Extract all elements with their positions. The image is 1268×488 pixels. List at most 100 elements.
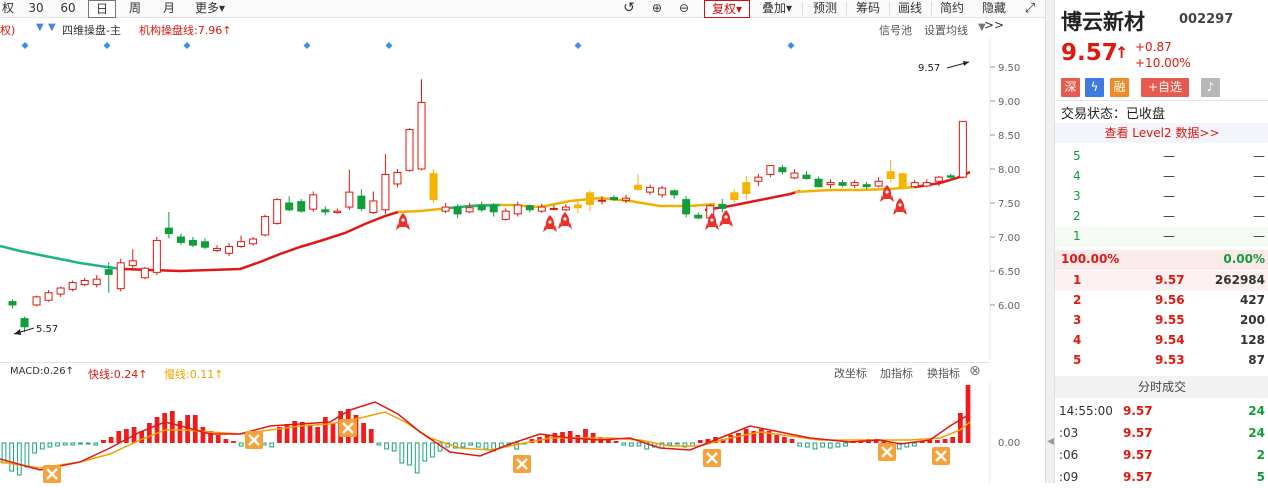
margin-tag[interactable]: 融: [1110, 78, 1129, 97]
price-tick-label: 7.00: [998, 233, 1020, 244]
period-month-button[interactable]: 月: [156, 0, 182, 18]
draw-line-button[interactable]: 画线: [893, 0, 927, 18]
series-b-label: 机构操盘线:7.96↑: [139, 24, 232, 37]
caret-down-icon: ▾: [218, 1, 226, 15]
add-watchlist-button[interactable]: +自选: [1141, 78, 1189, 97]
trade-row[interactable]: :06 9.57 2: [1055, 446, 1268, 466]
candle-body: [694, 214, 703, 219]
candle: [778, 164, 787, 175]
candle: [56, 286, 65, 297]
candle-body: [549, 207, 558, 210]
candle-body: [501, 210, 510, 220]
candle-body: [766, 165, 775, 175]
hide-panel-button[interactable]: 隐藏>>: [972, 0, 1016, 32]
sell-price: —: [1163, 209, 1175, 223]
macd-bar-up: [774, 435, 780, 443]
macd-bar-up: [935, 440, 940, 443]
macd-bar-down: [430, 442, 435, 458]
candle: [465, 203, 474, 214]
candle: [273, 198, 282, 225]
undo-icon[interactable]: ↺: [619, 0, 639, 18]
change-coord-link[interactable]: 改坐标: [834, 365, 867, 381]
trade-price: 9.57: [1123, 404, 1153, 418]
diamond-icon: [787, 42, 795, 49]
buy-price: 9.56: [1155, 293, 1185, 307]
close-icon[interactable]: ⊗: [969, 363, 981, 379]
macd-chart[interactable]: 0.00: [0, 382, 1045, 483]
zoom-out-icon[interactable]: ⊖: [674, 0, 694, 18]
period-30min-button[interactable]: 30: [25, 0, 47, 18]
rocket-icon: [558, 212, 572, 229]
candle: [200, 238, 209, 250]
caret-down-icon[interactable]: ▼: [36, 22, 44, 33]
signal-pool-link[interactable]: 信号池: [879, 22, 912, 38]
buy-level-row[interactable]: 4 9.54 128: [1055, 331, 1268, 351]
macd-indicator-bar: MACD:0.26↑ 快线:0.24↑ 慢线:0.11↑ 改坐标 加指标 换指标…: [0, 363, 1000, 382]
market-sz-tag[interactable]: 深: [1061, 78, 1080, 97]
period-day-button[interactable]: 日: [88, 0, 116, 18]
candle: [501, 208, 510, 221]
series-a-label[interactable]: 四维操盘-主: [62, 22, 121, 38]
macd-bar-up: [743, 429, 749, 443]
level2-link[interactable]: 查看 Level2 数据>>: [1055, 123, 1268, 143]
candle-body: [176, 236, 185, 243]
period-week-button[interactable]: 周: [122, 0, 148, 18]
candle-body: [237, 241, 246, 248]
candle: [44, 290, 53, 302]
candle-body: [68, 282, 77, 290]
period-60min-button[interactable]: 60: [56, 0, 80, 18]
candle-body: [585, 192, 594, 205]
buy-level-row[interactable]: 5 9.53 87: [1055, 351, 1268, 371]
forecast-button[interactable]: 预测: [808, 0, 842, 18]
macd-bar-up: [231, 441, 236, 443]
sell-level-row[interactable]: 2 — —: [1055, 207, 1268, 227]
sell-price: —: [1163, 229, 1175, 243]
add-indicator-link[interactable]: 加指标: [880, 365, 913, 381]
sell-level-row[interactable]: 4 — —: [1055, 167, 1268, 187]
bell-icon[interactable]: ♪: [1201, 78, 1220, 97]
sell-level-row[interactable]: 5 — —: [1055, 147, 1268, 167]
macd-bar-down: [9, 442, 15, 472]
more-label: 更多: [194, 1, 219, 15]
chips-button[interactable]: 筹码: [851, 0, 885, 18]
trade-row[interactable]: :03 9.57 24: [1055, 424, 1268, 444]
price-tick-label: 9.50: [998, 63, 1020, 74]
candle-body: [128, 260, 137, 267]
buy-level-row[interactable]: 1 9.57 262984: [1055, 271, 1268, 291]
zoom-in-icon[interactable]: ⊕: [647, 0, 667, 18]
lightning-icon[interactable]: ϟ: [1085, 78, 1104, 97]
trade-row[interactable]: :09 9.57 5: [1055, 468, 1268, 488]
buy-level-row[interactable]: 3 9.55 200: [1055, 311, 1268, 331]
switch-indicator-link[interactable]: 换指标: [927, 365, 960, 381]
trade-row[interactable]: 14:55:00 9.57 24: [1055, 402, 1268, 422]
candle: [176, 233, 185, 246]
simple-mode-button[interactable]: 简约: [935, 0, 969, 18]
macd-bar-up: [322, 417, 328, 443]
caret-down-icon[interactable]: ▼: [48, 22, 56, 33]
fullscreen-icon[interactable]: ⤢: [1020, 0, 1040, 18]
macd-bar-down: [820, 442, 826, 448]
candle: [658, 186, 667, 198]
sell-level-row[interactable]: 1 — —: [1055, 227, 1268, 247]
more-periods-button[interactable]: 更多▾: [189, 0, 231, 18]
kline-chart[interactable]: 9.50 9.00 8.50 8.00 7.50 7.00 6.50 6.00 9.57 5.…: [0, 38, 1045, 360]
caret-down-icon[interactable]: ▼: [978, 22, 986, 33]
macd-zero-label: 0.00: [998, 438, 1020, 449]
candle: [309, 191, 318, 212]
macd-bar-down: [835, 442, 841, 448]
divider: [802, 2, 803, 16]
overlay-dropdown[interactable]: 叠加▾: [756, 0, 798, 18]
fuquan-dropdown[interactable]: 复权▾: [704, 0, 750, 18]
sell-level-row[interactable]: 3 — —: [1055, 187, 1268, 207]
cross-icon: [339, 419, 357, 437]
price-change: +0.87: [1135, 40, 1172, 54]
set-ma-link[interactable]: 设置均线: [924, 22, 968, 38]
buy-level-row[interactable]: 2 9.56 427: [1055, 291, 1268, 311]
panel-collapse-bar[interactable]: ◀: [1045, 0, 1055, 483]
macd-bar-down: [70, 442, 76, 446]
fuquan-label: 复权: [711, 2, 736, 16]
candle: [116, 258, 125, 292]
macd-bar-down: [269, 442, 275, 448]
macd-bar-up: [223, 439, 229, 443]
buy-price: 9.55: [1155, 313, 1185, 327]
